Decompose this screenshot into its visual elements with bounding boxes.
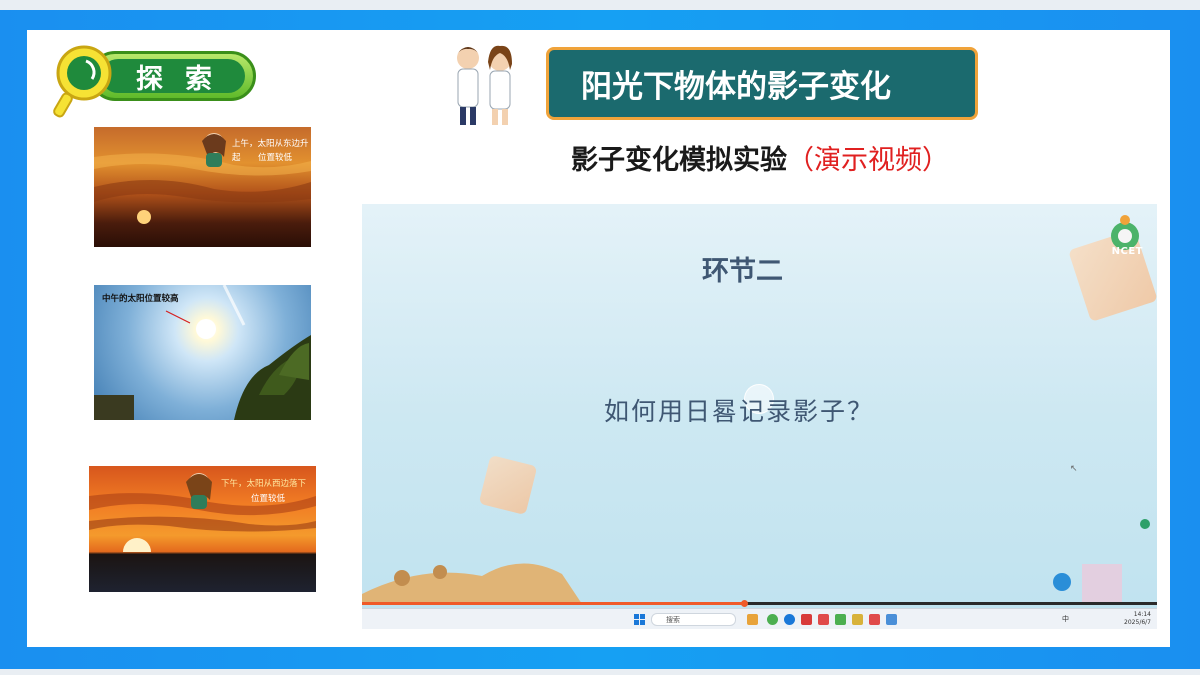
photo-noon-caption: 中午的太阳位置较高	[102, 294, 179, 304]
photo-noon-sun[interactable]: 中午的太阳位置较高	[94, 285, 311, 420]
taskbar-date: 2025/6/7	[1124, 619, 1151, 626]
subtitle-text: 影子变化模拟实验	[571, 145, 787, 176]
top-strip	[0, 0, 1200, 10]
taskbar-app-icon[interactable]	[852, 614, 863, 625]
video-question: 如何用日晷记录影子？	[604, 397, 875, 426]
video-progress-thumb[interactable]	[740, 600, 748, 607]
taskbar-search-input[interactable]: 搜索	[651, 613, 736, 626]
taskbar-app-icon[interactable]	[835, 614, 846, 625]
taskbar-time: 14:14	[1133, 611, 1151, 618]
taskbar-app-icon[interactable]	[747, 614, 758, 625]
bottom-strip	[0, 669, 1200, 675]
video-progress-fill	[362, 602, 744, 605]
video-player[interactable]: NCET 环节二 如何用日晷记录影子？ ↖ 搜索 中 14:14 2025/6/…	[362, 204, 1157, 629]
ncet-logo-text: NCET	[1111, 246, 1143, 257]
explore-label: 探索	[101, 59, 245, 95]
taskbar-app-icon[interactable]	[818, 614, 829, 625]
decor-cube-2	[478, 454, 538, 516]
taskbar-app-icon[interactable]	[869, 614, 880, 625]
taskbar-app-icon[interactable]	[767, 614, 778, 625]
windows-start-icon[interactable]	[634, 614, 645, 625]
taskbar-clock[interactable]: 14:14 2025/6/7	[1124, 611, 1151, 627]
mouse-cursor: ↖	[1070, 464, 1078, 474]
video-heading: 环节二	[702, 256, 783, 287]
taskbar-app-icon[interactable]	[801, 614, 812, 625]
explore-badge: 探索	[52, 43, 258, 118]
windows-taskbar: 搜索 中 14:14 2025/6/7	[362, 608, 1157, 629]
taskbar-ime-indicator[interactable]: 中	[1062, 614, 1069, 624]
page-title: 阳光下物体的影子变化	[546, 47, 978, 120]
video-side-indicator	[1140, 519, 1150, 529]
photo-morning-caption-2: 位置较低	[258, 153, 293, 163]
subtitle: 影子变化模拟实验（演示视频）	[571, 138, 949, 178]
subtitle-note: （演示视频）	[787, 145, 949, 176]
taskbar-app-icon[interactable]	[784, 614, 795, 625]
photo-morning-sun[interactable]: 上午，太阳从东边升起 位置较低	[94, 127, 311, 247]
video-progress-bar[interactable]	[362, 600, 1157, 607]
scientists-illustration	[457, 45, 512, 125]
photo-evening-caption-2: 位置较低	[251, 494, 286, 504]
photo-evening-caption-1: 下午，太阳从西边落下	[221, 479, 307, 489]
photo-evening-sun[interactable]: 下午，太阳从西边落下 位置较低	[89, 466, 316, 592]
ncet-logo	[1111, 215, 1139, 250]
video-ground-decor	[362, 563, 1122, 604]
magnifier-icon	[53, 45, 112, 118]
taskbar-app-icon[interactable]	[886, 614, 897, 625]
